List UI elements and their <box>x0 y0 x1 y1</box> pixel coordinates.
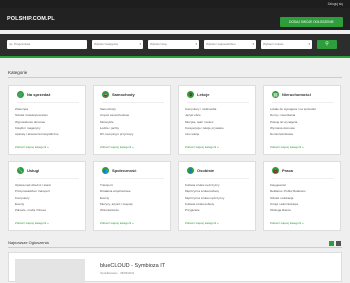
search-bar: np. Programista Wybierz kategorię ▾ Wybi… <box>0 34 350 56</box>
see-more-link[interactable]: Zobacz więcej kategorii » <box>15 145 49 149</box>
subcategory-list: Kobieta szuka mężczyzny Mężczyzna szuka k… <box>185 182 224 213</box>
chevron-down-icon: ▾ <box>139 42 141 46</box>
subcategory-list: Zwierzęta Sztuka i kolekcjonerstwo Wyposaż… <box>15 106 59 137</box>
see-more-link[interactable]: Zobacz więcej kategorii » <box>100 145 134 149</box>
subcategory-link[interactable]: Zdrowie, uroda i fitness <box>15 207 51 213</box>
category-separator <box>17 178 79 179</box>
subcategory-link[interactable]: Wolontariusze <box>100 207 133 213</box>
cart-icon: 🛒 <box>17 91 24 98</box>
subcategory-link[interactable]: Obsługa klienta <box>270 207 306 213</box>
category-title[interactable]: Praca <box>282 168 293 173</box>
subcategory-list: Samochody Części samochodowe Motocykle Łodz… <box>100 106 133 137</box>
search-button[interactable]: ⚲ <box>317 40 337 49</box>
subcategory-link[interactable]: Mężczyzna szuka mężczyzny <box>185 195 224 201</box>
province-select-label: Wybierz województwo <box>206 42 236 46</box>
category-separator <box>272 102 334 103</box>
header-accent-line <box>0 56 350 58</box>
chevron-down-icon: ▾ <box>308 42 310 46</box>
country-select-label: Wybierz kraj <box>150 42 167 46</box>
subcategory-link[interactable]: Aparaty i akcesoria fotograficzne <box>15 131 59 137</box>
province-select[interactable]: Wybierz województwo ▾ <box>204 40 256 49</box>
see-more-link[interactable]: Zobacz więcej kategorii » <box>270 221 304 225</box>
list-view-icon[interactable] <box>336 241 341 246</box>
category-title[interactable]: Usługi <box>27 168 39 173</box>
category-card: 🔧 Usługi Opieka nad dziećmi i starsi Przepr… <box>8 161 86 231</box>
site-logo[interactable]: POLSHIP.COM.PL <box>7 16 55 22</box>
category-separator <box>102 178 164 179</box>
category-separator <box>102 102 164 103</box>
subcategory-link[interactable]: Części samochodowe <box>100 112 133 118</box>
category-select[interactable]: Wybierz kategorię ▾ <box>92 40 143 49</box>
categories-divider <box>8 77 342 78</box>
category-card: 💼 Praca Księgowość Reklama i Public Relatio… <box>263 161 341 231</box>
see-more-link[interactable]: Zobacz więcej kategorii » <box>185 221 219 225</box>
category-title[interactable]: Samochody <box>112 92 135 97</box>
see-more-link[interactable]: Zobacz więcej kategorii » <box>270 145 304 149</box>
search-input[interactable]: np. Programista <box>7 40 87 49</box>
category-title[interactable]: Osobiste <box>197 168 214 173</box>
login-link[interactable]: Zaloguj się <box>328 2 343 6</box>
subcategory-list: Księgowość Reklama i Public Relations Szko… <box>270 182 306 213</box>
chevron-down-icon: ▾ <box>195 42 197 46</box>
subcategory-list: Lokale do wynajęcia / na sprzedaż Domy i … <box>270 106 316 137</box>
subcategory-link[interactable]: Inne lekcje <box>185 131 224 137</box>
add-listing-button[interactable]: DODAJ SWOJE OGŁOSZENIE <box>280 17 343 27</box>
briefcase-icon: 💼 <box>272 167 279 174</box>
grid-view-icon[interactable] <box>329 241 334 246</box>
announcements-heading: Najnowsze Ogłoszenia <box>8 240 49 245</box>
site-header: POLSHIP.COM.PL DODAJ SWOJE OGŁOSZENIE <box>0 8 350 30</box>
subcategory-list: Opieka nad dziećmi i starsi Przeprowadzka… <box>15 182 51 213</box>
announcements-divider <box>8 247 342 248</box>
category-card: 👤 Osobiste Kobieta szuka mężczyzny Mężczyzn… <box>178 161 256 231</box>
announcement-meta: Opublikowane · 08/09/2022 <box>100 271 135 275</box>
category-card: 🎓 Lekcje Komputery i multimedia Języki obce… <box>178 85 256 155</box>
chevron-down-icon: ▾ <box>252 42 254 46</box>
category-separator <box>17 102 79 103</box>
category-title[interactable]: Nieruchomości <box>282 92 311 97</box>
subcategory-link[interactable]: Przeprowadzka i transport <box>15 188 51 194</box>
category-title[interactable]: Społeczność <box>112 168 136 173</box>
wrench-icon: 🔧 <box>17 167 24 174</box>
country-select[interactable]: Wybierz kraj ▾ <box>148 40 199 49</box>
subcategory-link[interactable]: Reklama i Public Relations <box>270 188 306 194</box>
people-icon: 👥 <box>102 167 109 174</box>
subcategory-link[interactable]: Domki letniskowe <box>270 131 316 137</box>
category-card: 🛒 Na sprzedaż Zwierzęta Sztuka i kolekcjone… <box>8 85 86 155</box>
category-separator <box>272 178 334 179</box>
category-card: 👥 Społeczność Transport Działania wspólnoto… <box>93 161 171 231</box>
graduation-icon: 🎓 <box>187 91 194 98</box>
subcategory-link[interactable]: Mężczyzna szuka kobiety <box>185 188 224 194</box>
building-icon: 🏢 <box>272 91 279 98</box>
see-more-link[interactable]: Zobacz więcej kategorii » <box>15 221 49 225</box>
announcement-thumbnail[interactable] <box>15 259 85 283</box>
subcategory-link[interactable]: Przyjaciele <box>185 207 224 213</box>
city-select-label: Wybierz miasto <box>263 42 284 46</box>
search-icon: ⚲ <box>325 41 329 47</box>
announcement-card[interactable]: blueCLOUD - Symbioza IT Opublikowane · 0… <box>8 252 342 283</box>
announcement-title[interactable]: blueCLOUD - Symbioza IT <box>100 263 165 269</box>
categories-heading: Kategorie <box>8 70 28 75</box>
subcategory-list: Transport Działania wspólnotowe Eventy Muzy… <box>100 182 133 213</box>
category-title[interactable]: Lekcje <box>197 92 209 97</box>
top-bar: Zaloguj się <box>0 0 350 8</box>
category-card: 🏢 Nieruchomości Lokale do wynajęcia / na s… <box>263 85 341 155</box>
person-icon: 👤 <box>187 167 194 174</box>
category-separator <box>187 102 249 103</box>
see-more-link[interactable]: Zobacz więcej kategorii » <box>100 221 134 225</box>
car-icon: 🚗 <box>102 91 109 98</box>
category-title[interactable]: Na sprzedaż <box>27 92 50 97</box>
subcategory-link[interactable]: Działania wspólnotowe <box>100 188 133 194</box>
subcategory-link[interactable]: RV, kempingi i przyczepy <box>100 131 133 137</box>
category-separator <box>187 178 249 179</box>
category-card: 🚗 Samochody Samochody Części samochodowe Mot… <box>93 85 171 155</box>
see-more-link[interactable]: Zobacz więcej kategorii » <box>185 145 219 149</box>
category-select-label: Wybierz kategorię <box>94 42 118 46</box>
city-select[interactable]: Wybierz miasto ▾ <box>261 40 312 49</box>
subcategory-list: Komputery i multimedia Języki obce Muzyka,… <box>185 106 224 137</box>
